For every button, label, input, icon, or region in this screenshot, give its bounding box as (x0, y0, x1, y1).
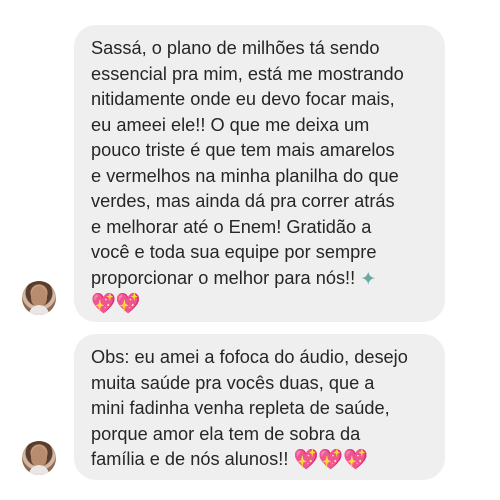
sparkling-heart-emoji: 💖 (91, 291, 116, 315)
sparkling-heart-emoji: 💖 (115, 291, 141, 315)
sparkling-heart-emoji: 💖 (318, 447, 344, 471)
direct-message-thread: Sassá, o plano de milhões tá sendo essen… (0, 0, 500, 500)
incoming-message-row: Sassá, o plano de milhões tá sendo essen… (0, 0, 500, 330)
incoming-message-row: Obs: eu amei a fofoca do áudio, desejo m… (0, 330, 500, 500)
message-text: Sassá, o plano de milhões tá sendo essen… (91, 38, 404, 288)
message-bubble[interactable]: Obs: eu amei a fofoca do áudio, desejo m… (74, 334, 445, 480)
avatar[interactable] (22, 281, 56, 315)
sparkling-heart-emoji: 💖 (293, 447, 319, 471)
fairy-emoji: ✦ (360, 267, 377, 290)
message-bubble[interactable]: Sassá, o plano de milhões tá sendo essen… (74, 25, 445, 322)
sparkling-heart-emoji: 💖 (343, 447, 369, 471)
avatar[interactable] (22, 441, 56, 475)
